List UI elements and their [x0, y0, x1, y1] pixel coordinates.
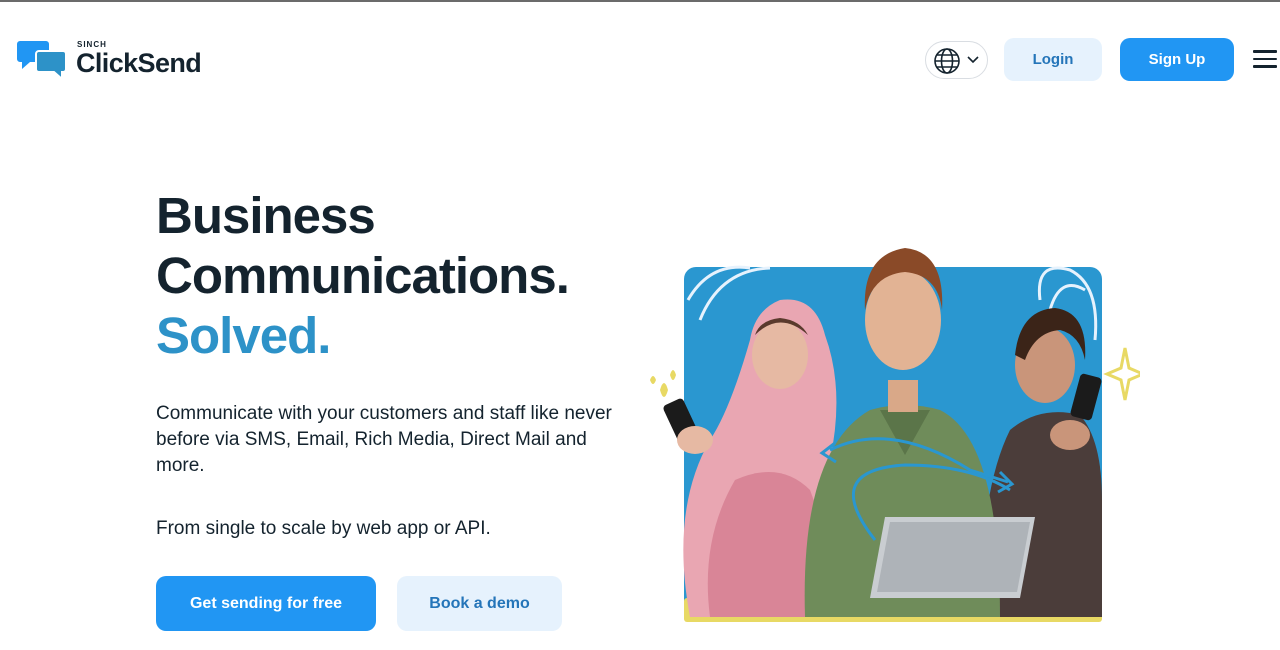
hero-title: Business Communications. Solved. — [156, 186, 570, 366]
hero-subtext: From single to scale by web app or API. — [156, 518, 491, 539]
hero-title-accent: Solved. — [156, 307, 331, 364]
hamburger-menu-icon[interactable] — [1253, 50, 1279, 70]
login-button[interactable]: Login — [1004, 38, 1102, 81]
hero-title-line: Communications. — [156, 247, 570, 304]
chat-bubbles-icon — [17, 41, 67, 81]
hero-title-line: Business — [156, 187, 376, 244]
signup-button[interactable]: Sign Up — [1120, 38, 1234, 81]
top-border — [0, 0, 1280, 2]
hero-description: Communicate with your customers and staf… — [156, 403, 612, 476]
chevron-down-icon — [967, 56, 979, 64]
language-selector[interactable] — [925, 41, 988, 79]
book-demo-button[interactable]: Book a demo — [397, 576, 562, 631]
hero-people-illustration — [650, 248, 1140, 622]
brand-name: ClickSend — [76, 48, 202, 78]
clicksend-logo[interactable]: SINCH ClickSend — [17, 37, 227, 83]
get-sending-button[interactable]: Get sending for free — [156, 576, 376, 631]
globe-icon — [934, 48, 960, 74]
